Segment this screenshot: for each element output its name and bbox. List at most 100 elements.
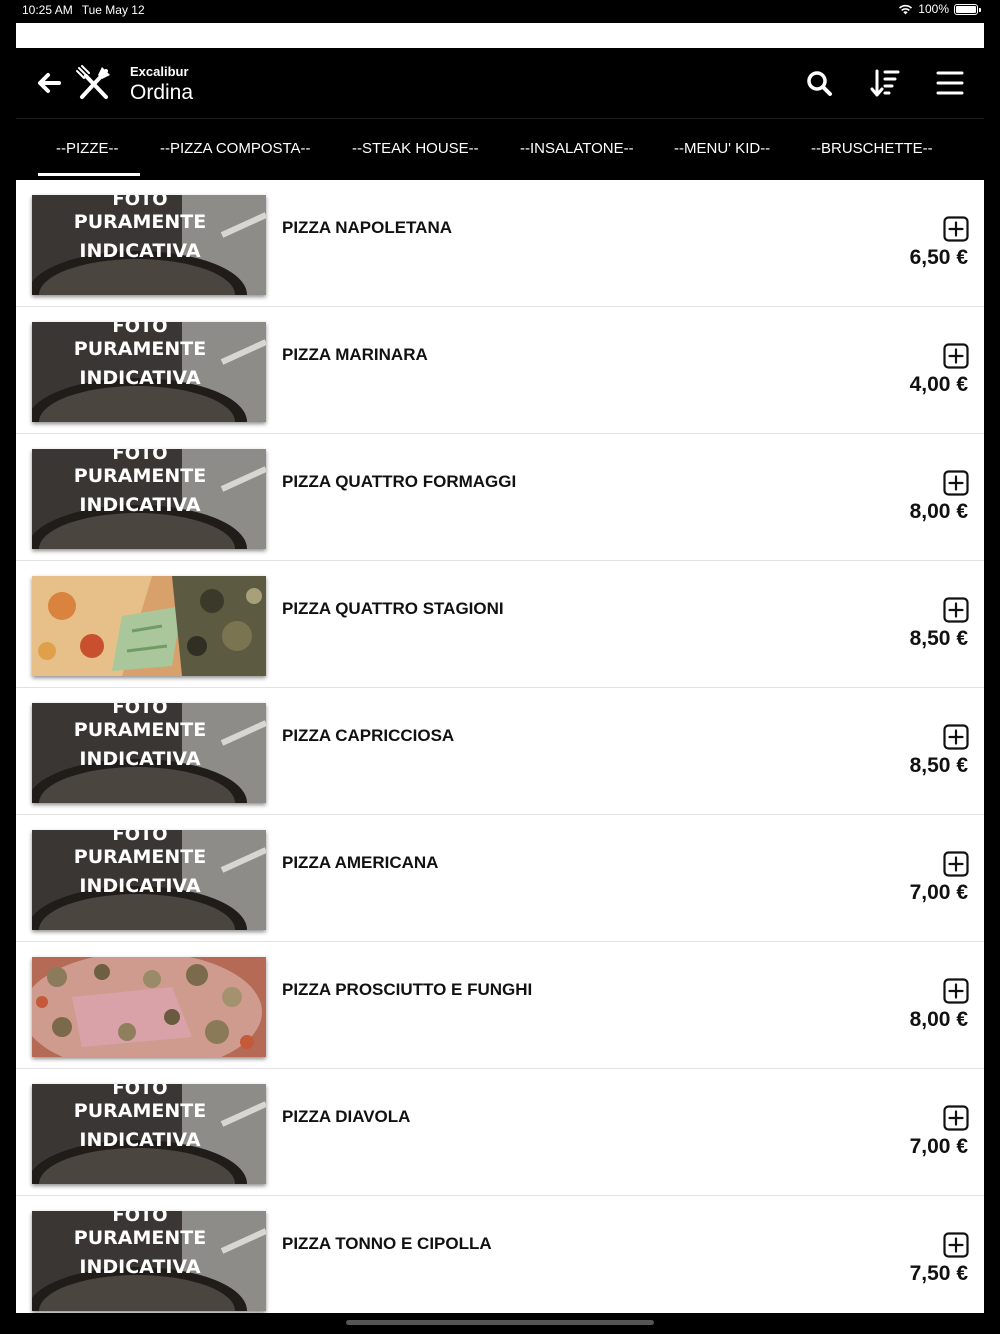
placeholder-text-line2: INDICATIVA: [79, 1256, 200, 1278]
add-button[interactable]: [943, 851, 969, 877]
list-item[interactable]: PIZZA QUATTRO STAGIONI 8,50 €: [16, 561, 984, 688]
product-name: PIZZA QUATTRO STAGIONI: [282, 599, 504, 618]
product-price: 7,50 €: [909, 1262, 968, 1285]
product-price: 4,00 €: [909, 373, 968, 396]
product-name: PIZZA QUATTRO FORMAGGI: [282, 472, 517, 491]
plus-square-icon: [943, 470, 969, 496]
list-item[interactable]: FOTO PURAMENTE INDICATIVA PIZZA AMERICAN…: [16, 815, 984, 942]
plus-square-icon: [943, 1105, 969, 1131]
product-image: FOTO PURAMENTE INDICATIVA: [32, 322, 266, 422]
page-title: Ordina: [130, 81, 194, 104]
placeholder-text-line1: PURAMENTE: [74, 719, 206, 741]
header-titles: Excalibur Ordina: [130, 64, 193, 106]
list-item[interactable]: FOTO PURAMENTE INDICATIVA PIZZA MARINARA…: [16, 307, 984, 434]
add-button[interactable]: [943, 1105, 969, 1131]
placeholder-text-line1: PURAMENTE: [74, 211, 206, 233]
product-price: 8,00 €: [909, 500, 968, 523]
plus-square-icon: [943, 978, 969, 1004]
search-button[interactable]: [804, 68, 834, 98]
tab-pizze[interactable]: --PIZZE--: [37, 119, 142, 180]
list-item[interactable]: PIZZA PROSCIUTTO E FUNGHI 8,00 €: [16, 942, 984, 1069]
app-name: Excalibur: [130, 64, 189, 79]
add-button[interactable]: [943, 343, 969, 369]
plus-square-icon: [943, 1232, 969, 1258]
product-price: 7,00 €: [909, 1135, 968, 1158]
back-button[interactable]: [34, 68, 64, 98]
product-name: PIZZA NAPOLETANA: [282, 218, 452, 237]
fork-knife-icon: [76, 65, 112, 101]
product-name: PIZZA DIAVOLA: [282, 1107, 411, 1126]
product-image: FOTO PURAMENTE INDICATIVA: [32, 449, 266, 549]
product-list: FOTO PURAMENTE INDICATIVA PIZZA NAPOLETA…: [16, 180, 984, 1313]
add-button[interactable]: [943, 978, 969, 1004]
sort-button[interactable]: [870, 68, 900, 98]
plus-square-icon: [943, 851, 969, 877]
placeholder-text-top: FOTO: [112, 449, 167, 464]
pizza-prosciutto-funghi-photo: [32, 957, 266, 1057]
placeholder-text-line2: INDICATIVA: [79, 748, 200, 770]
home-indicator[interactable]: [346, 1320, 654, 1325]
placeholder-text-line1: PURAMENTE: [74, 846, 206, 868]
add-button[interactable]: [943, 470, 969, 496]
placeholder-text-line2: INDICATIVA: [79, 367, 200, 389]
hamburger-menu-icon: [936, 71, 964, 95]
product-price: 8,50 €: [909, 754, 968, 777]
add-button[interactable]: [943, 597, 969, 623]
sort-icon: [870, 69, 900, 97]
plus-square-icon: [943, 597, 969, 623]
product-image: FOTO PURAMENTE INDICATIVA: [32, 830, 266, 930]
placeholder-text-line2: INDICATIVA: [79, 240, 200, 262]
product-name: PIZZA PROSCIUTTO E FUNGHI: [282, 980, 533, 999]
tab-steak-house[interactable]: --STEAK HOUSE--: [352, 119, 479, 180]
placeholder-text-top: FOTO: [112, 195, 167, 210]
product-name: PIZZA AMERICANA: [282, 853, 439, 872]
plus-square-icon: [943, 724, 969, 750]
status-right: 100%: [898, 2, 981, 16]
product-price: 8,00 €: [909, 1008, 968, 1031]
list-item[interactable]: FOTO PURAMENTE INDICATIVA PIZZA DIAVOLA …: [16, 1069, 984, 1196]
product-name: PIZZA MARINARA: [282, 345, 428, 364]
placeholder-text-line1: PURAMENTE: [74, 1100, 206, 1122]
list-item[interactable]: FOTO PURAMENTE INDICATIVA PIZZA CAPRICCI…: [16, 688, 984, 815]
tab-pizza-composta[interactable]: --PIZZA COMPOSTA--: [160, 119, 311, 180]
search-icon: [807, 71, 832, 96]
add-button[interactable]: [943, 216, 969, 242]
tab-menu-kid[interactable]: --MENU' KID--: [674, 119, 770, 180]
product-image: FOTO PURAMENTE INDICATIVA: [32, 703, 266, 803]
tab-insalatone[interactable]: --INSALATONE--: [520, 119, 634, 180]
product-name: PIZZA TONNO E CIPOLLA: [282, 1234, 492, 1253]
list-item[interactable]: FOTO PURAMENTE INDICATIVA PIZZA QUATTRO …: [16, 434, 984, 561]
add-button[interactable]: [943, 724, 969, 750]
plus-square-icon: [943, 216, 969, 242]
plus-square-icon: [943, 343, 969, 369]
top-strip: [16, 23, 984, 48]
placeholder-text-top: FOTO: [112, 830, 167, 845]
pizza-quattro-stagioni-photo: [32, 576, 266, 676]
status-bar: 10:25 AM Tue May 12 100%: [0, 0, 1000, 22]
placeholder-text-line1: PURAMENTE: [74, 338, 206, 360]
product-price: 6,50 €: [909, 246, 968, 269]
list-item[interactable]: FOTO PURAMENTE INDICATIVA PIZZA NAPOLETA…: [16, 180, 984, 307]
add-button[interactable]: [943, 1232, 969, 1258]
tab-bruschette[interactable]: --BRUSCHETTE--: [811, 119, 933, 180]
battery-percent: 100%: [918, 2, 949, 16]
status-left: 10:25 AM Tue May 12: [22, 3, 145, 17]
product-image: FOTO PURAMENTE INDICATIVA: [32, 1211, 266, 1311]
status-date: Tue May 12: [81, 3, 145, 17]
back-arrow-icon: [38, 73, 61, 93]
product-name: PIZZA CAPRICCIOSA: [282, 726, 455, 745]
app-window: Excalibur Ordina --PIZZE-- --PIZZA COMPO…: [16, 23, 984, 1313]
list-item[interactable]: FOTO PURAMENTE INDICATIVA PIZZA TONNO E …: [16, 1196, 984, 1313]
placeholder-text-top: FOTO: [112, 322, 167, 337]
placeholder-text-line1: PURAMENTE: [74, 1227, 206, 1249]
category-tabs: --PIZZE-- --PIZZA COMPOSTA-- --STEAK HOU…: [16, 118, 984, 180]
menu-button[interactable]: [935, 68, 965, 98]
product-image: FOTO PURAMENTE INDICATIVA: [32, 195, 266, 295]
product-price: 7,00 €: [909, 881, 968, 904]
placeholder-text-top: FOTO: [112, 703, 167, 718]
placeholder-text-line2: INDICATIVA: [79, 1129, 200, 1151]
product-price: 8,50 €: [909, 627, 968, 650]
placeholder-text-top: FOTO: [112, 1084, 167, 1099]
product-image: FOTO PURAMENTE INDICATIVA: [32, 1084, 266, 1184]
placeholder-text-line2: INDICATIVA: [79, 494, 200, 516]
